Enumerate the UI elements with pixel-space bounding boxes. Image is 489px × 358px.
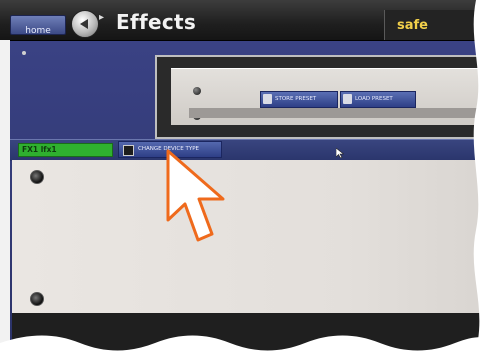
screw-icon — [30, 292, 44, 306]
rack-slot — [189, 108, 489, 118]
screw-icon — [193, 87, 201, 95]
home-button[interactable]: home — [10, 15, 66, 36]
load-preset-label: LOAD PRESET — [355, 96, 393, 102]
device-icon — [123, 145, 134, 156]
store-icon — [263, 94, 272, 104]
store-preset-button[interactable]: STORE PRESET — [260, 91, 338, 108]
effects-screen: home ▸ Effects safe STORE PRESET LOAD PR… — [0, 0, 489, 358]
load-icon — [343, 94, 352, 104]
indicator-dot — [22, 51, 26, 55]
cursor-icon — [336, 148, 344, 158]
home-button-label: home — [25, 26, 51, 36]
screw-icon — [30, 170, 44, 184]
pointer-icon — [166, 149, 225, 242]
load-preset-button[interactable]: LOAD PRESET — [340, 91, 416, 108]
forward-arrow-icon: ▸ — [99, 12, 105, 23]
top-bar: home ▸ Effects safe — [0, 0, 489, 41]
left-edge-frame — [0, 40, 10, 358]
store-preset-label: STORE PRESET — [275, 96, 317, 102]
device-panel — [12, 160, 489, 313]
fx-name-field[interactable]: FX1 lfx1 — [18, 143, 113, 157]
status-panel: safe — [384, 10, 489, 40]
status-text: safe — [397, 18, 428, 33]
back-icon[interactable] — [71, 10, 99, 38]
device-bottom-strip — [12, 313, 489, 358]
page-title: Effects — [116, 10, 197, 34]
